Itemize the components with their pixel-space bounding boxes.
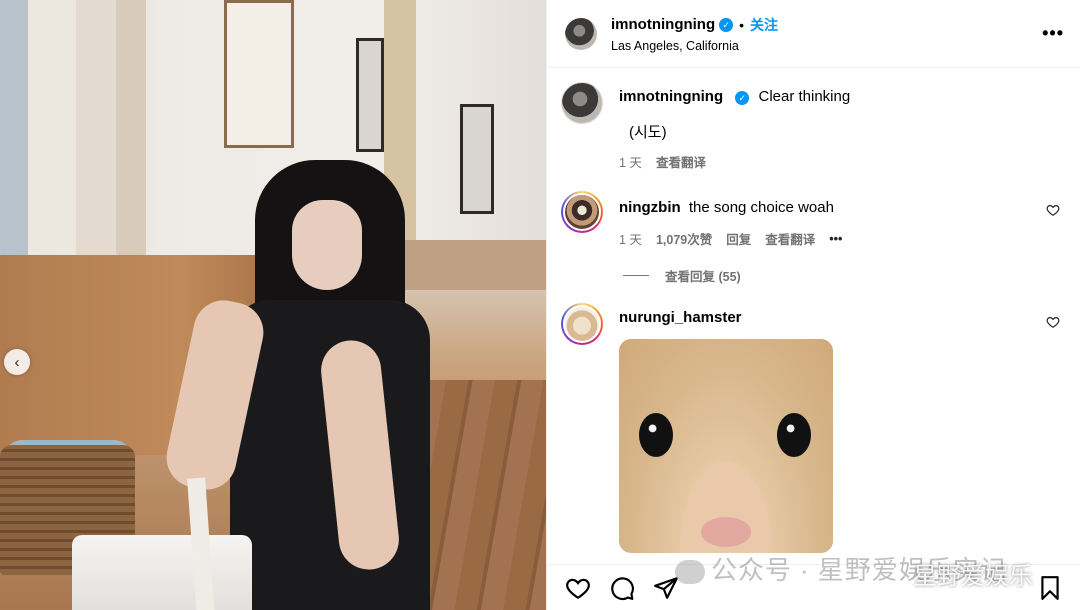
see-translation-link[interactable]: 查看翻译 — [656, 152, 706, 171]
hanging-clothes — [28, 0, 76, 260]
caption-subtext: (시도) — [629, 124, 667, 141]
bookmark-icon[interactable] — [1037, 575, 1063, 601]
post-location[interactable]: Las Angeles, California — [611, 39, 778, 53]
caption-avatar[interactable] — [561, 82, 603, 124]
hanging-clothes — [0, 0, 28, 260]
singing-bowl — [72, 535, 252, 610]
verified-icon: ✓ — [735, 91, 750, 105]
author-info: imnotningning ✓ • 关注 Las Angeles, Califo… — [611, 15, 778, 53]
wall-frame — [224, 0, 294, 148]
verified-icon: ✓ — [719, 17, 734, 32]
more-options-icon[interactable]: ••• — [1042, 23, 1064, 44]
caption-text: Clear thinking — [758, 88, 851, 105]
commenter-avatar[interactable] — [561, 191, 603, 233]
heart-icon[interactable] — [1046, 315, 1060, 329]
separator-dot: • — [739, 16, 745, 33]
hamster-nose — [701, 517, 751, 547]
watermark-source: 公众号 — [711, 555, 793, 585]
caption-username[interactable]: imnotningning — [619, 88, 723, 105]
heart-icon[interactable] — [1046, 203, 1060, 217]
post-header: imnotningning ✓ • 关注 Las Angeles, Califo… — [547, 0, 1080, 68]
commenter-username[interactable]: nurungi_hamster — [619, 309, 742, 326]
see-translation-link[interactable]: 查看翻译 — [765, 229, 815, 248]
watermark-dot: · — [800, 555, 810, 585]
comment-item: ningzbin the song choice woah 1 天 1,079次… — [561, 191, 1064, 248]
comment-likes[interactable]: 1,079次赞 — [656, 229, 712, 248]
chevron-left-icon: ‹ — [14, 353, 20, 371]
post-sidebar: imnotningning ✓ • 关注 Las Angeles, Califo… — [546, 0, 1080, 610]
view-replies-label: 查看回复 (55) — [665, 270, 741, 284]
wechat-icon — [675, 560, 705, 585]
carousel-prev-button[interactable]: ‹ — [4, 349, 30, 375]
hamster-eye — [777, 413, 811, 457]
post-photo: ‹ — [0, 0, 546, 610]
author-avatar[interactable] — [565, 17, 597, 50]
comment-icon[interactable] — [609, 575, 635, 601]
wall-frame — [460, 104, 494, 214]
comment-options-icon[interactable]: ••• — [829, 232, 842, 246]
counter — [395, 240, 546, 290]
view-replies-button[interactable]: 查看回复 (55) — [623, 266, 1064, 285]
comments-list: imnotningning ✓ Clear thinking (시도) 1 天 … — [547, 68, 1080, 553]
caption: imnotningning ✓ Clear thinking (시도) 1 天 … — [561, 82, 1064, 171]
heart-icon[interactable] — [565, 575, 591, 601]
person-face — [292, 200, 362, 290]
hanging-clothes — [116, 0, 146, 260]
wall-frame — [356, 38, 384, 152]
commenter-username[interactable]: ningzbin — [619, 199, 681, 216]
author-username[interactable]: imnotningning — [611, 16, 715, 33]
replies-divider — [623, 275, 649, 276]
hanging-clothes — [76, 0, 116, 260]
comment-sticker-image[interactable] — [619, 339, 833, 553]
comment-text: the song choice woah — [688, 199, 834, 216]
watermark-overlay: 星野爱娱乐 — [913, 563, 1033, 590]
comment-time[interactable]: 1 天 — [619, 229, 642, 248]
reply-button[interactable]: 回复 — [726, 229, 751, 248]
follow-button[interactable]: 关注 — [750, 15, 778, 35]
instagram-post-view: ‹ imnotningning ✓ • 关注 Las Angeles, Cali… — [0, 0, 1080, 610]
commenter-avatar[interactable] — [561, 303, 603, 345]
caption-time[interactable]: 1 天 — [619, 152, 642, 171]
comment-item: nurungi_hamster — [561, 303, 1064, 553]
hamster-eye — [639, 413, 673, 457]
